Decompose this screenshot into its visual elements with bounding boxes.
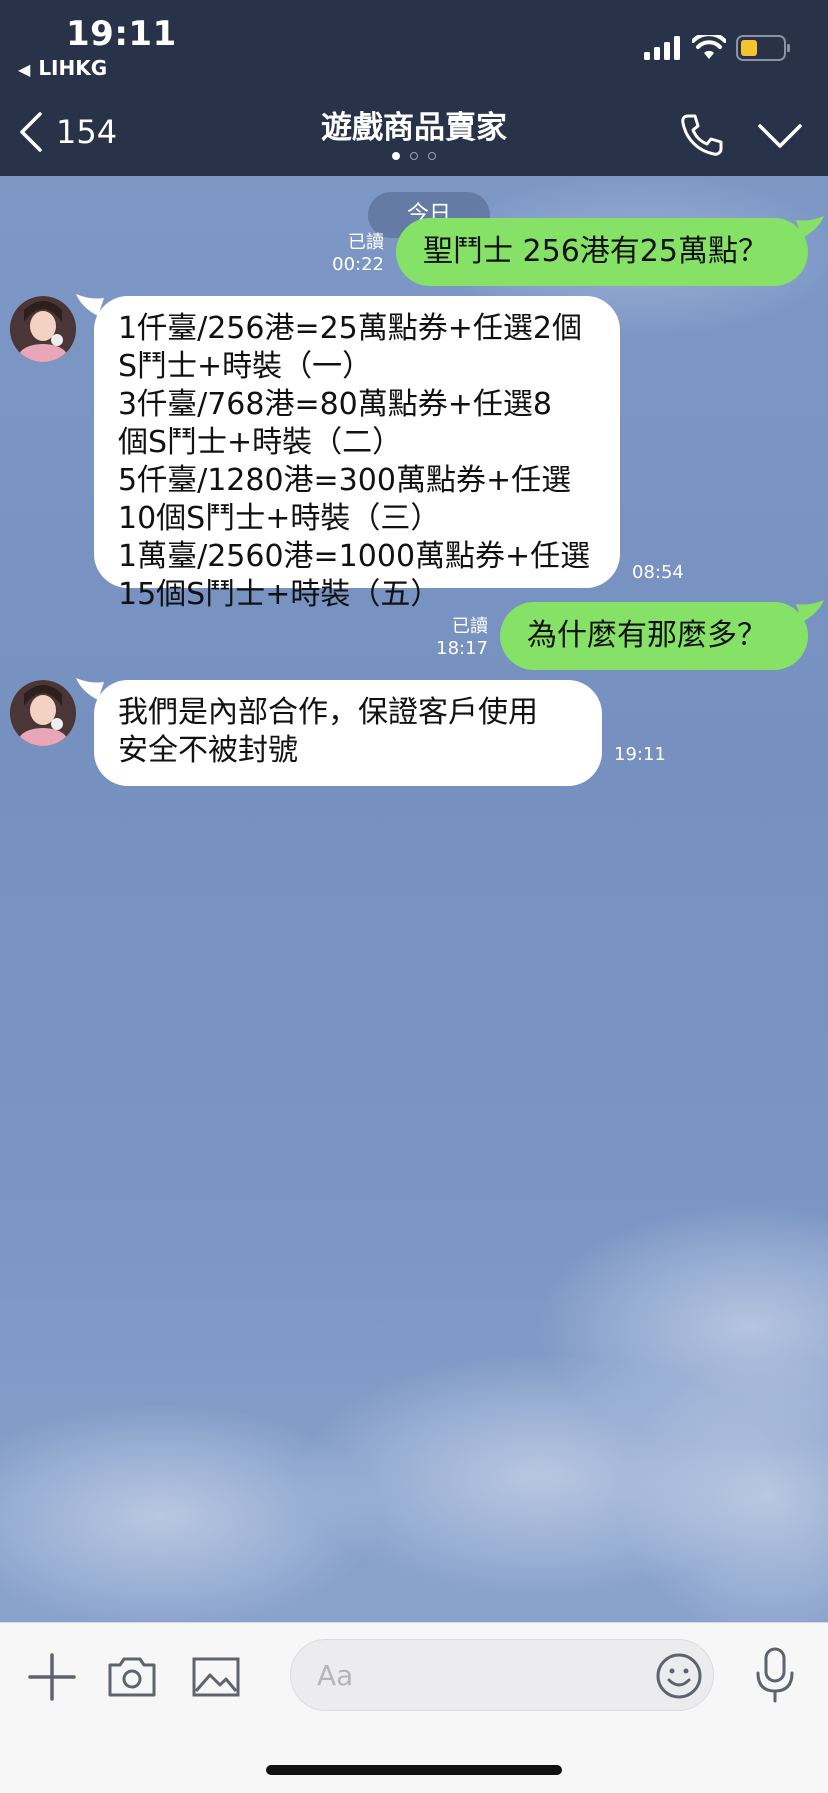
- message-time: 00:22: [332, 254, 384, 275]
- home-indicator[interactable]: [266, 1765, 562, 1775]
- chevron-down-icon[interactable]: [756, 116, 804, 156]
- input-bar: Aa: [0, 1622, 828, 1793]
- bubble-tail: [796, 216, 824, 238]
- plus-icon[interactable]: [24, 1649, 80, 1705]
- phone-icon[interactable]: [676, 110, 726, 160]
- message-text: 安全不被封號: [118, 733, 298, 768]
- message-time: 18:17: [436, 638, 488, 659]
- message-bubble-outgoing[interactable]: 為什麼有那麼多？: [500, 602, 808, 670]
- battery-icon: [736, 35, 790, 61]
- emoji-icon[interactable]: [654, 1651, 704, 1701]
- message-bubble-outgoing[interactable]: 聖鬥士 256港有25萬點？: [396, 218, 808, 286]
- message-input-placeholder: Aa: [317, 1659, 354, 1692]
- message-text: 1萬臺/2560港=1000萬點券+任選: [118, 539, 591, 574]
- message-text: 聖鬥士 256港有25萬點？: [423, 234, 768, 269]
- message-input[interactable]: Aa: [290, 1639, 714, 1711]
- wifi-icon: [692, 35, 726, 59]
- message-text: 10個S鬥士+時裝（三）: [118, 501, 441, 536]
- message-text: 為什麼有那麼多？: [527, 618, 767, 653]
- mic-icon[interactable]: [750, 1645, 800, 1705]
- status-back-app[interactable]: ◀ LIHKG: [18, 56, 107, 80]
- message-meta: 已讀 18:17: [420, 616, 488, 660]
- status-back-app-label: LIHKG: [38, 56, 108, 80]
- status-icons: [644, 30, 792, 66]
- message-bubble-incoming[interactable]: 我們是內部合作，保證客戶使用 安全不被封號: [94, 680, 602, 786]
- back-triangle-icon: ◀: [18, 60, 31, 79]
- message-text: S鬥士+時裝（一）: [118, 349, 373, 384]
- message-text: 我們是內部合作，保證客戶使用: [118, 695, 538, 730]
- chat-header: 19:11 ◀ LIHKG 154 遊戲商品賣家: [0, 0, 828, 176]
- message-time: 19:11: [614, 744, 666, 765]
- message-meta: 已讀 00:22: [316, 232, 384, 276]
- bubble-tail: [796, 600, 824, 622]
- message-text: 個S鬥士+時裝（二）: [118, 425, 403, 460]
- message-time: 08:54: [632, 562, 684, 583]
- avatar[interactable]: [10, 680, 76, 746]
- avatar-image: [10, 680, 76, 746]
- camera-icon[interactable]: [104, 1649, 160, 1705]
- status-time: 19:11: [66, 14, 177, 54]
- chat-area[interactable]: 今日 已讀 00:22 聖鬥士 256港有25萬點？ 1仟臺/256港=25萬點…: [0, 176, 828, 1622]
- page-dot: [410, 152, 418, 160]
- page-dot: [428, 152, 436, 160]
- message-text: 1仟臺/256港=25萬點券+任選2個: [118, 311, 582, 346]
- message-text: 5仟臺/1280港=300萬點券+任選: [118, 463, 572, 498]
- read-receipt: 已讀: [452, 616, 488, 637]
- message-text: 3仟臺/768港=80萬點券+任選8: [118, 387, 552, 422]
- read-receipt: 已讀: [348, 232, 384, 253]
- avatar[interactable]: [10, 296, 76, 362]
- avatar-image: [10, 296, 76, 362]
- signal-icon: [644, 36, 680, 60]
- image-icon[interactable]: [188, 1649, 244, 1705]
- page-dot: [392, 152, 400, 160]
- message-bubble-incoming[interactable]: 1仟臺/256港=25萬點券+任選2個 S鬥士+時裝（一） 3仟臺/768港=8…: [94, 296, 620, 612]
